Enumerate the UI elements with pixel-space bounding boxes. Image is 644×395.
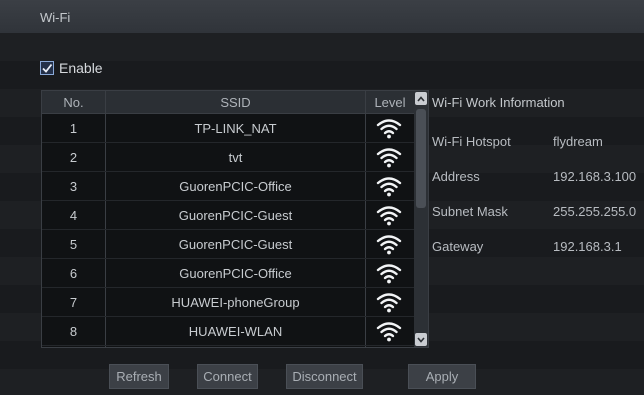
disconnect-button[interactable]: Disconnect	[286, 364, 363, 389]
table-row[interactable]: 5 GuorenPCIC-Guest	[42, 230, 414, 259]
header-ssid: SSID	[220, 95, 251, 110]
hotspot-value: flydream	[553, 134, 603, 149]
hotspot-label: Wi-Fi Hotspot	[432, 134, 511, 149]
wifi-signal-icon	[376, 235, 402, 255]
table-scrollbar[interactable]	[414, 91, 428, 347]
wifi-network-table: No. SSID Level 1 TP-LINK_NAT 2 tvt 3 GuorenPC…	[41, 90, 429, 348]
title-bar: Wi-Fi	[0, 0, 644, 33]
wifi-work-info-panel: Wi-Fi Work Information Wi-Fi Hotspot fly…	[432, 90, 644, 265]
wifi-signal-icon	[376, 119, 402, 139]
connect-button[interactable]: Connect	[197, 364, 258, 389]
subnet-row: Subnet Mask 255.255.255.0	[432, 195, 644, 230]
info-heading-row: Wi-Fi Work Information	[432, 90, 644, 125]
row-number: 5	[69, 237, 78, 252]
table-row[interactable]: 3 GuorenPCIC-Office	[42, 172, 414, 201]
hotspot-row: Wi-Fi Hotspot flydream	[432, 125, 644, 160]
chevron-up-icon	[417, 95, 425, 102]
row-ssid: TP-LINK_NAT	[194, 121, 277, 136]
enable-toggle[interactable]: Enable	[40, 58, 103, 78]
address-value: 192.168.3.100	[553, 169, 637, 184]
row-number: 7	[69, 295, 78, 310]
row-ssid: HUAWEI-WLAN	[188, 324, 283, 339]
table-row[interactable]: 6 GuorenPCIC-Office	[42, 259, 414, 288]
address-row: Address 192.168.3.100	[432, 160, 644, 195]
enable-label: Enable	[59, 60, 103, 76]
checkmark-icon	[42, 63, 53, 73]
table-header: No. SSID Level	[42, 91, 414, 114]
window-title: Wi-Fi	[40, 10, 71, 25]
table-body: 1 TP-LINK_NAT 2 tvt 3 GuorenPCIC-Office 4 Guore…	[42, 114, 414, 347]
row-ssid: GuorenPCIC-Guest	[178, 208, 293, 223]
row-number: 3	[69, 179, 78, 194]
wifi-signal-icon	[376, 177, 402, 197]
row-number: 1	[69, 121, 78, 136]
scroll-up-button[interactable]	[415, 92, 427, 105]
wifi-signal-icon	[376, 264, 402, 284]
wifi-signal-icon	[376, 206, 402, 226]
gateway-label: Gateway	[432, 239, 484, 254]
table-row[interactable]: 2 tvt	[42, 143, 414, 172]
row-ssid: GuorenPCIC-Guest	[178, 237, 293, 252]
apply-button[interactable]: Apply	[408, 364, 476, 389]
row-ssid: GuorenPCIC-Office	[179, 179, 292, 194]
wifi-signal-icon	[376, 322, 402, 342]
row-ssid: GuorenPCIC-Office	[179, 266, 292, 281]
subnet-value: 255.255.255.0	[553, 204, 637, 219]
table-row[interactable]: 4 GuorenPCIC-Guest	[42, 201, 414, 230]
row-ssid: HUAWEI-phoneGroup	[171, 295, 300, 310]
row-number: 8	[69, 324, 78, 339]
chevron-down-icon	[417, 336, 425, 343]
row-number: 2	[69, 150, 78, 165]
table-row[interactable]: 8 HUAWEI-WLAN	[42, 317, 414, 346]
subnet-label: Subnet Mask	[432, 204, 508, 219]
row-ssid: tvt	[228, 150, 243, 165]
table-row[interactable]: 9MOWiFi_P061	[42, 346, 414, 347]
scroll-down-button[interactable]	[415, 333, 427, 346]
info-heading: Wi-Fi Work Information	[432, 95, 565, 110]
row-number: 6	[69, 266, 78, 281]
header-no: No.	[63, 95, 84, 110]
refresh-button[interactable]: Refresh	[109, 364, 169, 389]
table-row[interactable]: 1 TP-LINK_NAT	[42, 114, 414, 143]
address-label: Address	[432, 169, 480, 184]
scroll-thumb[interactable]	[416, 109, 426, 208]
table-row[interactable]: 7 HUAWEI-phoneGroup	[42, 288, 414, 317]
row-number: 4	[69, 208, 78, 223]
wifi-signal-icon	[376, 148, 402, 168]
header-level: Level	[374, 95, 406, 110]
gateway-value: 192.168.3.1	[553, 239, 622, 254]
enable-checkbox[interactable]	[40, 61, 54, 75]
gateway-row: Gateway 192.168.3.1	[432, 230, 644, 265]
wifi-signal-icon	[376, 293, 402, 313]
